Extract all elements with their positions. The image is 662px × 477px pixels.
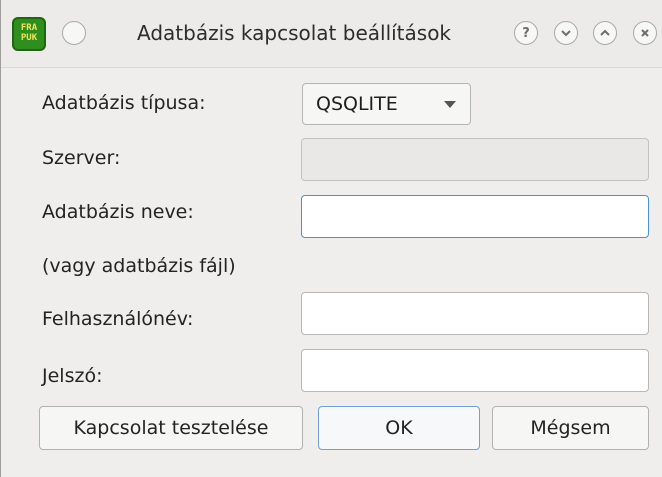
cancel-button[interactable]: Mégsem (492, 406, 649, 450)
app-icon: FRA PUK (12, 17, 46, 51)
close-icon (641, 29, 649, 37)
window-title: Adatbázis kapcsolat beállítások (137, 21, 452, 45)
db-name-field[interactable] (301, 195, 649, 238)
help-icon: ? (522, 25, 530, 41)
db-type-selected-value: QSQLITE (316, 93, 398, 115)
ok-button[interactable]: OK (318, 406, 480, 450)
username-input[interactable] (302, 293, 648, 334)
db-type-label: Adatbázis típusa: (42, 92, 206, 114)
db-name-sublabel: (vagy adatbázis fájl) (42, 255, 236, 277)
db-type-select[interactable]: QSQLITE (302, 83, 471, 125)
dot-icon (67, 26, 81, 40)
maximize-button[interactable] (593, 21, 617, 45)
dropdown-arrow-icon (444, 101, 456, 108)
window-menu-button[interactable] (62, 21, 86, 45)
title-bar[interactable]: FRA PUK Adatbázis kapcsolat beállítások … (1, 0, 662, 68)
server-field (301, 138, 649, 181)
db-name-label: Adatbázis neve: (42, 201, 194, 223)
password-field[interactable] (301, 349, 649, 392)
password-input[interactable] (302, 350, 648, 391)
server-label: Szerver: (42, 147, 121, 169)
db-name-input[interactable] (302, 196, 648, 237)
minimize-button[interactable] (554, 21, 578, 45)
server-input (302, 139, 648, 180)
password-label: Jelszó: (42, 365, 103, 387)
chevron-down-icon (561, 30, 571, 37)
chevron-up-icon (600, 29, 610, 36)
test-connection-button[interactable]: Kapcsolat tesztelése (39, 406, 303, 450)
username-label: Felhasználónév: (42, 308, 194, 330)
close-button[interactable] (633, 21, 657, 45)
help-button[interactable]: ? (514, 21, 538, 45)
dialog-window: FRA PUK Adatbázis kapcsolat beállítások … (0, 0, 662, 477)
username-field[interactable] (301, 292, 649, 335)
app-icon-text: FRA PUK (20, 23, 38, 43)
